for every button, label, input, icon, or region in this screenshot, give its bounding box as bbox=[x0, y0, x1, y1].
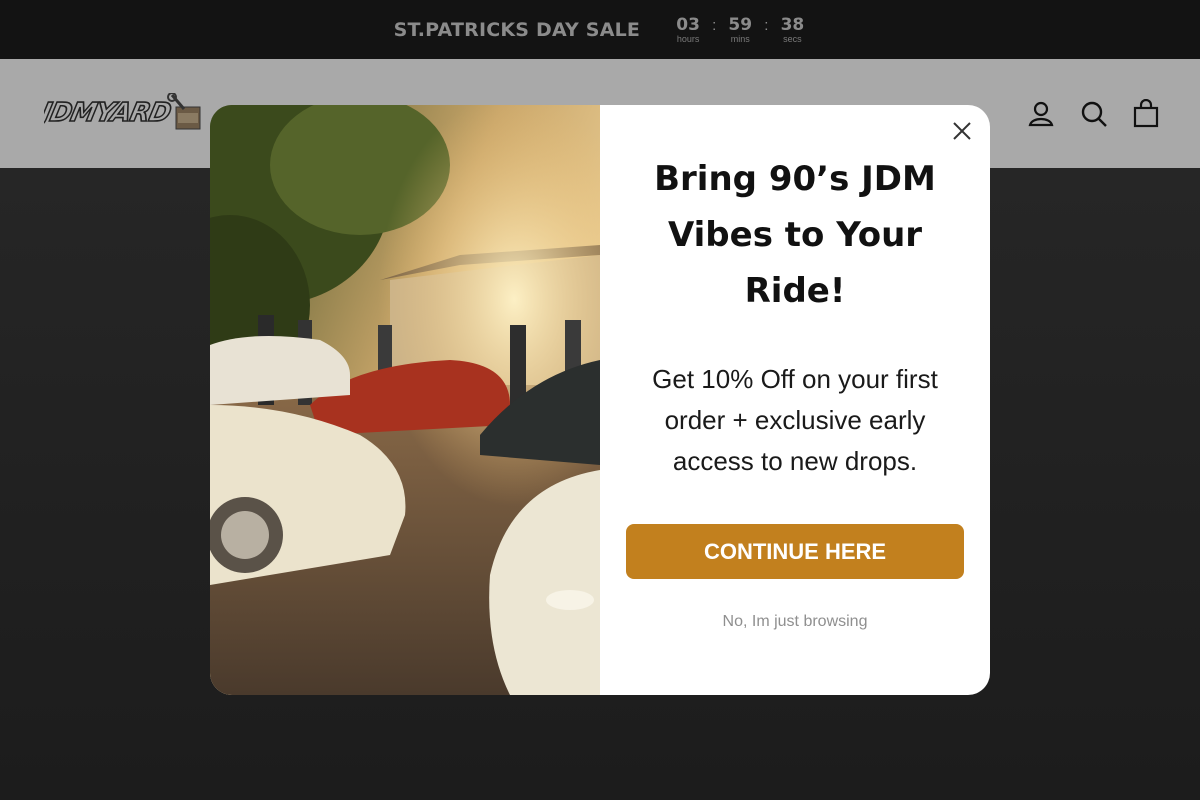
countdown-hours: 03 hours bbox=[674, 16, 702, 44]
popup-headline: Bring 90’s JDM Vibes to Your Ride! bbox=[654, 159, 936, 311]
popup-subtext: Get 10% Off on your first order + exclus… bbox=[652, 364, 938, 476]
countdown-separator: : bbox=[764, 17, 769, 34]
search-icon[interactable] bbox=[1079, 99, 1109, 129]
account-icon[interactable] bbox=[1026, 99, 1056, 129]
countdown-mins: 59 mins bbox=[726, 16, 754, 44]
popup-content: Bring 90’s JDM Vibes to Your Ride! Get 1… bbox=[600, 105, 990, 695]
svg-text:JDMYARD: JDMYARD bbox=[44, 98, 173, 128]
countdown-mins-value: 59 bbox=[728, 14, 753, 35]
signup-popup: Bring 90’s JDM Vibes to Your Ride! Get 1… bbox=[210, 105, 990, 695]
continue-button[interactable]: CONTINUE HERE bbox=[626, 524, 964, 579]
countdown-hours-label: hours bbox=[676, 33, 700, 44]
site-logo[interactable]: JDMYARD bbox=[33, 92, 206, 133]
photo-jdm-cars bbox=[210, 105, 600, 695]
close-icon[interactable] bbox=[950, 119, 974, 143]
countdown-mins-label: mins bbox=[730, 33, 750, 44]
cart-icon[interactable] bbox=[1131, 98, 1161, 129]
sale-text: ST.PATRICKS DAY SALE bbox=[393, 18, 641, 41]
countdown-separator: : bbox=[712, 17, 717, 34]
countdown-hours-value: 03 bbox=[676, 14, 700, 35]
countdown-secs-label: secs bbox=[783, 33, 802, 44]
countdown-secs-value: 38 bbox=[780, 14, 805, 35]
announcement-bar: ST.PATRICKS DAY SALE 03 hours : 59 mins … bbox=[0, 0, 1200, 59]
countdown-secs: 38 secs bbox=[778, 16, 806, 44]
decline-link[interactable]: No, Im just browsing bbox=[630, 613, 960, 631]
